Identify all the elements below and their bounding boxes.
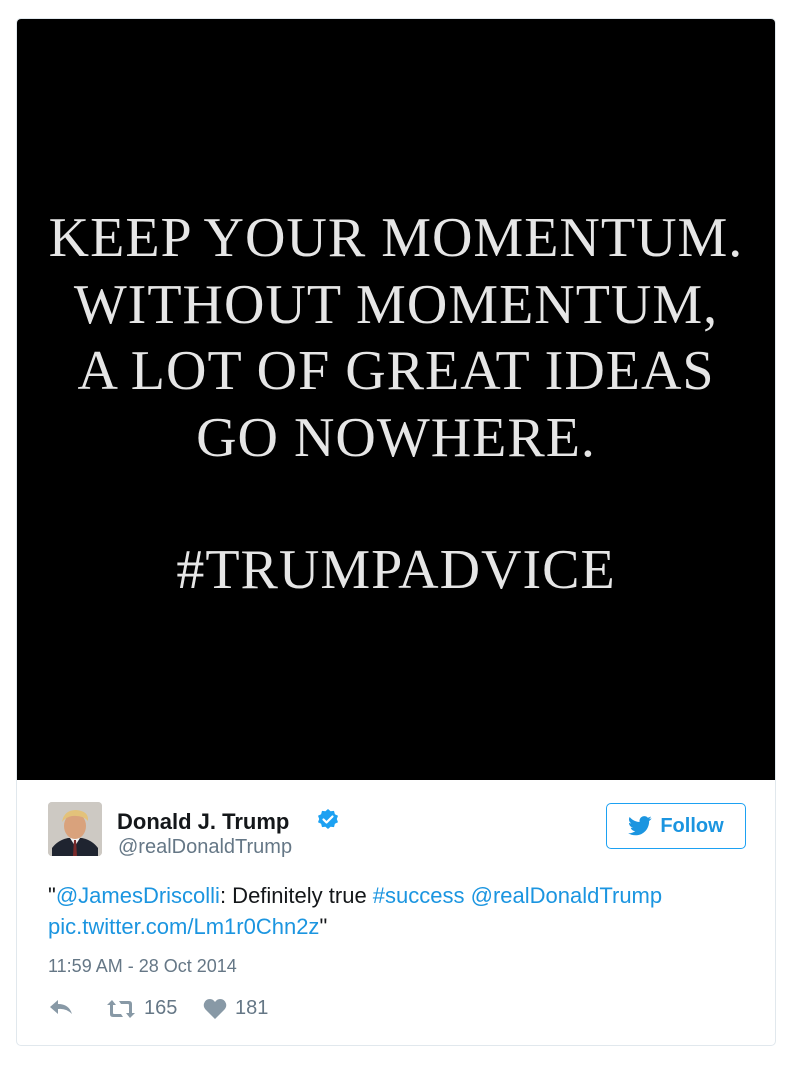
- mention-link[interactable]: @realDonaldTrump: [471, 883, 662, 908]
- retweet-count: 165: [144, 997, 178, 1019]
- follow-button[interactable]: Follow: [606, 803, 746, 849]
- quote-line: A LOT OF GREAT IDEAS: [77, 340, 715, 402]
- quote-mark: ": [48, 883, 56, 908]
- heart-icon: [203, 998, 227, 1019]
- quote-line: KEEP YOUR MOMENTUM.: [48, 207, 744, 269]
- author-handle[interactable]: @realDonaldTrump: [118, 836, 292, 859]
- quote-line: GO NOWHERE.: [196, 407, 596, 469]
- twitter-bird-icon: [628, 816, 652, 836]
- tweet-image[interactable]: KEEP YOUR MOMENTUM. WITHOUT MOMENTUM, A …: [17, 19, 775, 780]
- quote-line: WITHOUT MOMENTUM,: [73, 274, 719, 336]
- tweet-card: KEEP YOUR MOMENTUM. WITHOUT MOMENTUM, A …: [16, 18, 776, 1046]
- author-name[interactable]: Donald J. Trump: [117, 809, 289, 835]
- tweet-actions: 165 181: [48, 997, 448, 1027]
- retweet-icon: [107, 999, 135, 1018]
- retweet-button[interactable]: 165: [106, 997, 177, 1020]
- avatar-portrait-icon: [48, 802, 102, 856]
- quote-mark: ": [319, 914, 328, 939]
- like-button[interactable]: 181: [203, 997, 268, 1020]
- tweet-header: Donald J. Trump @realDonaldTrump Follow: [17, 780, 775, 880]
- pic-link[interactable]: pic.twitter.com/Lm1r0Chn2z: [48, 914, 319, 939]
- avatar[interactable]: [48, 802, 102, 856]
- tweet-body-text: : Definitely true: [219, 883, 373, 908]
- mention-link[interactable]: @JamesDriscolli: [56, 883, 220, 908]
- reply-button[interactable]: [48, 997, 74, 1017]
- image-hashtag: #TRUMPADVICE: [176, 539, 616, 601]
- verified-badge-icon: [318, 809, 338, 829]
- tweet-timestamp[interactable]: 11:59 AM - 28 Oct 2014: [48, 956, 237, 977]
- follow-label: Follow: [660, 814, 724, 837]
- hashtag-link[interactable]: #success: [373, 883, 465, 908]
- tweet-text: "@JamesDriscolli: Definitely true #succe…: [48, 880, 758, 942]
- like-count: 181: [235, 997, 269, 1019]
- reply-icon: [50, 1000, 72, 1014]
